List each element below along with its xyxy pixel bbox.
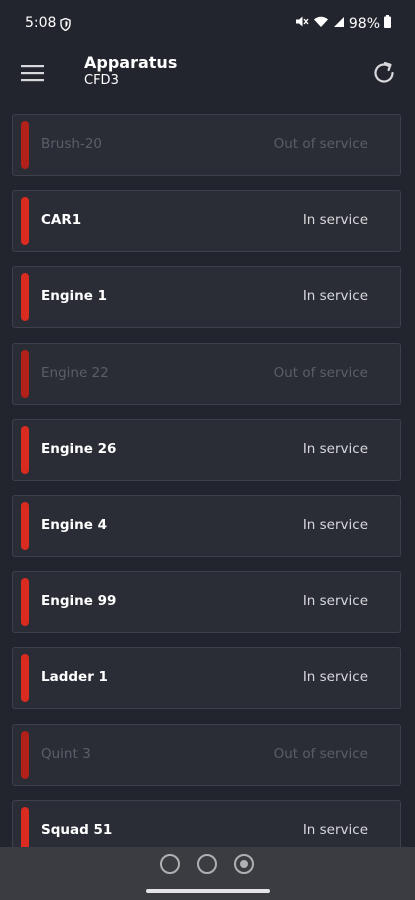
page-title: Apparatus	[84, 53, 178, 72]
wifi-icon	[313, 15, 329, 32]
app-bar: Apparatus CFD3	[0, 48, 415, 100]
status-indicator	[21, 121, 29, 169]
apparatus-status: In service	[302, 821, 368, 838]
refresh-icon[interactable]	[369, 58, 399, 88]
apparatus-status: Out of service	[273, 364, 368, 381]
apparatus-name: Engine 4	[41, 516, 107, 533]
apparatus-name: Engine 26	[41, 440, 117, 457]
status-indicator	[21, 349, 29, 398]
apparatus-item[interactable]: Brush-20 Out of service	[12, 114, 401, 176]
apparatus-status: In service	[302, 593, 368, 610]
apparatus-status: In service	[302, 669, 368, 686]
apparatus-name: Engine 22	[41, 364, 109, 381]
apparatus-name: Engine 1	[41, 288, 107, 305]
status-indicator	[21, 197, 29, 246]
apparatus-name: CAR1	[41, 212, 82, 229]
status-bar: 5:08 98%	[0, 0, 415, 48]
home-indicator[interactable]	[146, 889, 270, 893]
apparatus-list: Brush-20 Out of service CAR1 In service Engi…	[12, 114, 403, 876]
title-block: Apparatus CFD3	[84, 54, 177, 90]
status-indicator	[21, 654, 29, 703]
apparatus-status: Out of service	[273, 745, 368, 762]
apparatus-item[interactable]: Engine 22 Out of service	[12, 342, 401, 405]
apparatus-item[interactable]: Engine 99 In service	[12, 571, 401, 634]
bottom-navigation	[0, 847, 415, 900]
apparatus-name: Engine 99	[41, 593, 117, 610]
apparatus-status: In service	[302, 516, 368, 533]
status-indicator	[21, 425, 29, 474]
battery-icon	[384, 15, 391, 32]
signal-icon	[333, 16, 345, 32]
apparatus-item[interactable]: Engine 4 In service	[12, 494, 401, 557]
status-indicator	[21, 501, 29, 550]
apparatus-name: Ladder 1	[41, 669, 108, 686]
apparatus-screen: 5:08 98% Apparatus CFD3 Brush-20 Out of …	[0, 0, 415, 900]
mute-icon	[295, 15, 309, 32]
nav-circle-icon[interactable]	[160, 854, 180, 874]
shield-icon	[60, 16, 71, 35]
apparatus-status: In service	[302, 288, 368, 305]
apparatus-item[interactable]: Engine 1 In service	[12, 266, 401, 329]
status-indicator	[21, 578, 29, 627]
apparatus-item[interactable]: Engine 26 In service	[12, 418, 401, 481]
apparatus-name: Quint 3	[41, 745, 91, 762]
apparatus-status: Out of service	[273, 136, 368, 152]
apparatus-name: Brush-20	[41, 136, 103, 152]
apparatus-name: Squad 51	[41, 821, 113, 838]
status-indicator	[21, 273, 29, 322]
status-indicator	[21, 730, 29, 779]
menu-icon[interactable]	[20, 62, 46, 84]
apparatus-status: In service	[302, 212, 368, 229]
status-time: 5:08	[25, 15, 57, 31]
battery-text: 98%	[348, 15, 380, 32]
page-subtitle: CFD3	[84, 73, 119, 88]
nav-circle-selected-icon[interactable]	[234, 854, 254, 874]
nav-circle-icon[interactable]	[197, 854, 217, 874]
status-icons: 98%	[295, 15, 391, 32]
apparatus-status: In service	[302, 440, 368, 457]
apparatus-item[interactable]: Ladder 1 In service	[12, 647, 401, 710]
apparatus-item[interactable]: Quint 3 Out of service	[12, 723, 401, 786]
apparatus-item[interactable]: CAR1 In service	[12, 190, 401, 253]
